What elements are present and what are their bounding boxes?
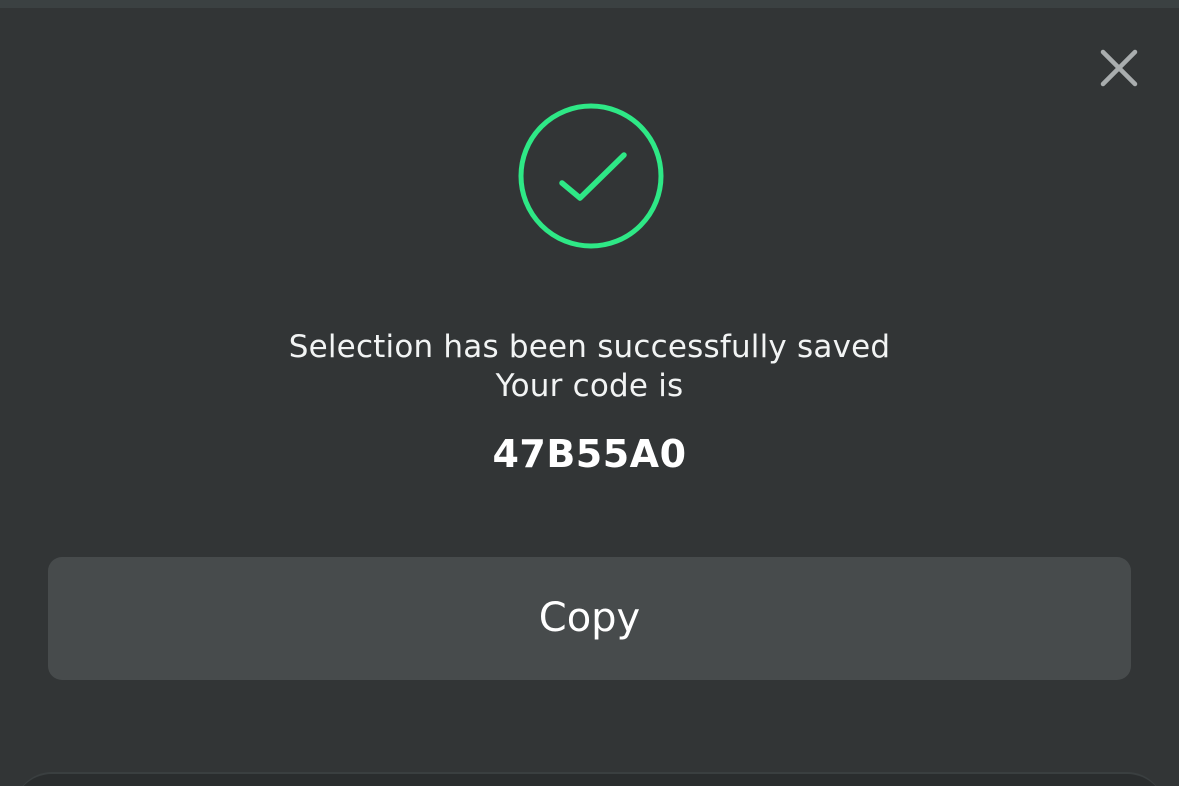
background-sheet-edge (14, 772, 1165, 786)
check-circle-icon (516, 101, 666, 251)
success-dialog: Selection has been successfully saved Yo… (0, 0, 1179, 786)
close-button[interactable] (1095, 44, 1143, 92)
close-icon (1100, 49, 1138, 87)
code-intro-line: Your code is (495, 368, 684, 404)
top-divider (0, 0, 1179, 8)
copy-button[interactable]: Copy (48, 557, 1131, 680)
success-message-line: Selection has been successfully saved (288, 329, 891, 365)
success-message: Selection has been successfully saved Yo… (0, 328, 1179, 406)
selection-code: 47B55A0 (492, 432, 687, 476)
